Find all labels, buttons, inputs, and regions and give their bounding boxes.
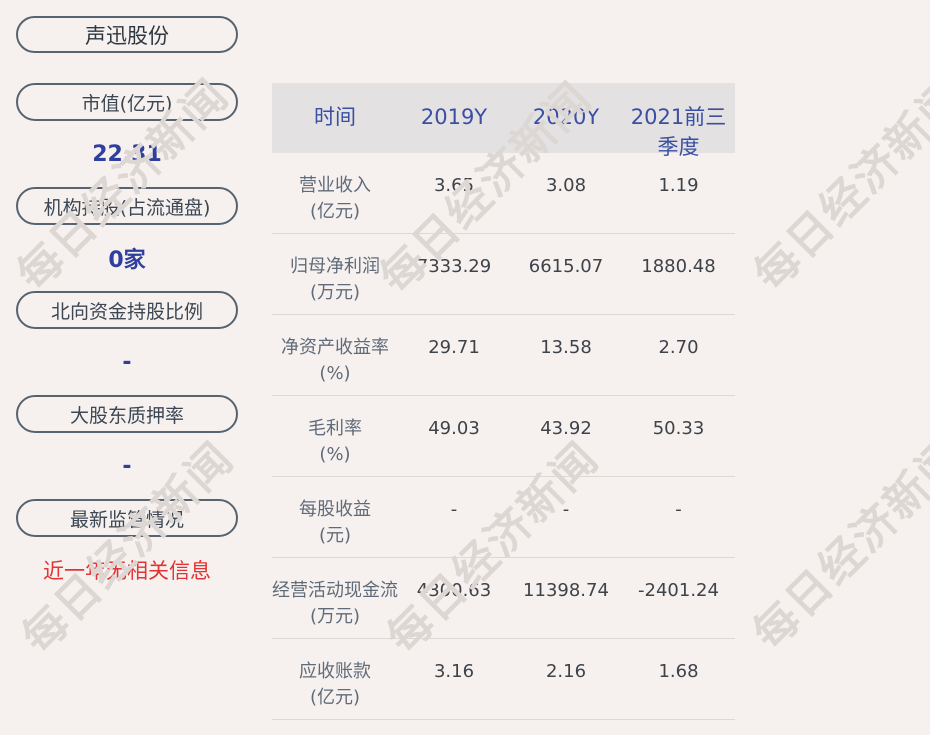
cell-value: 3.65 (433, 175, 475, 196)
stat-value: - (122, 453, 132, 479)
stat-market-cap: 市值(亿元) 22.31 (16, 83, 238, 187)
header-2020: 2020Y (532, 105, 600, 129)
table-header-row: 时间 2019Y 2020Y 2021前三季度 (272, 83, 735, 159)
row-label: 营业收入 (亿元) (272, 173, 398, 233)
stat-institutional-holding: 机构持股(占流通盘) 0家 (16, 187, 238, 291)
cell-value: 1.68 (658, 661, 699, 682)
metric-unit: (亿元) (309, 201, 361, 222)
stat-pledge-ratio: 大股东质押率 - (16, 395, 238, 499)
row-label: 归母净利润 (万元) (272, 254, 398, 314)
cell-value: 1880.48 (641, 256, 716, 277)
header-2021q3: 2021前三季度 (630, 105, 727, 159)
cell-value: 13.58 (540, 337, 592, 358)
metric-name: 经营活动现金流 (272, 580, 398, 601)
stat-value-alert: 近一年无相关信息 (43, 559, 211, 583)
table-row: 应收账款 (亿元) 3.16 2.16 1.68 (272, 639, 735, 720)
stat-value: - (122, 349, 132, 375)
cell-value: 3.08 (545, 175, 587, 196)
stat-label-pill: 北向资金持股比例 (16, 291, 238, 329)
cell-value: 29.71 (428, 337, 480, 358)
stat-regulatory-status: 最新监管情况 近一年无相关信息 (16, 499, 238, 603)
table-row: 归母净利润 (万元) 7333.29 6615.07 1880.48 (272, 234, 735, 315)
row-label: 每股收益 (元) (272, 497, 398, 557)
cell-value: 1.19 (658, 175, 699, 196)
cell-value: 49.03 (428, 418, 480, 439)
cell-value: 4300.63 (416, 580, 492, 601)
cell-value: - (675, 499, 682, 520)
table-row: 每股收益 (元) - - - (272, 477, 735, 558)
cell-value: 3.16 (433, 661, 475, 682)
row-label: 净资产收益率 (%) (272, 335, 398, 395)
header-2019: 2019Y (420, 105, 488, 129)
cell-value: 2.16 (545, 661, 587, 682)
table-row: 毛利率 (%) 49.03 43.92 50.33 (272, 396, 735, 477)
metric-unit: (%) (319, 444, 351, 465)
metric-name: 毛利率 (308, 418, 362, 439)
cell-value: 7333.29 (416, 256, 492, 277)
cell-value: 11398.74 (523, 580, 609, 601)
row-label: 应收账款 (亿元) (272, 659, 398, 719)
header-time: 时间 (314, 105, 356, 129)
stat-northbound-holding: 北向资金持股比例 - (16, 291, 238, 395)
stat-value: 22.31 (92, 141, 162, 167)
sidebar: 声迅股份 市值(亿元) 22.31 机构持股(占流通盘) 0家 北向资金持股比例… (16, 16, 238, 603)
cell-value: - (562, 499, 570, 520)
financial-table: 时间 2019Y 2020Y 2021前三季度 营业收入 (亿元) 3.65 3… (272, 83, 735, 720)
stock-name-pill: 声迅股份 (16, 16, 238, 53)
metric-name: 营业收入 (299, 175, 371, 196)
metric-name: 每股收益 (299, 499, 371, 520)
stat-label-pill: 最新监管情况 (16, 499, 238, 537)
stock-summary-card: 每日经济新闻 每日经济新闻 每日经济新闻 每日经济新闻 每日经济新闻 每日经济新… (0, 0, 930, 735)
cell-value: - (450, 499, 458, 520)
stat-value: 0家 (108, 248, 146, 273)
table-row: 营业收入 (亿元) 3.65 3.08 1.19 (272, 153, 735, 234)
row-label: 经营活动现金流 (万元) (272, 578, 398, 638)
metric-name: 归母净利润 (290, 256, 380, 277)
stat-label-pill: 市值(亿元) (16, 83, 238, 121)
cell-value: 6615.07 (528, 256, 604, 277)
cell-value: 2.70 (658, 337, 699, 358)
row-label: 毛利率 (%) (272, 416, 398, 476)
watermark-text: 每日经济新闻 (743, 428, 930, 660)
metric-unit: (万元) (309, 606, 361, 627)
metric-unit: (万元) (309, 282, 361, 303)
watermark-text: 每日经济新闻 (744, 69, 930, 301)
metric-unit: (元) (318, 525, 352, 546)
cell-value: 43.92 (540, 418, 592, 439)
table-row: 净资产收益率 (%) 29.71 13.58 2.70 (272, 315, 735, 396)
metric-unit: (%) (319, 363, 351, 384)
stat-label-pill: 大股东质押率 (16, 395, 238, 433)
cell-value: 50.33 (652, 418, 705, 439)
table-row: 经营活动现金流 (万元) 4300.63 11398.74 -2401.24 (272, 558, 735, 639)
cell-value: -2401.24 (638, 580, 719, 601)
metric-name: 净资产收益率 (281, 337, 389, 358)
metric-name: 应收账款 (299, 661, 371, 682)
metric-unit: (亿元) (309, 687, 361, 708)
stat-label-pill: 机构持股(占流通盘) (16, 187, 238, 225)
